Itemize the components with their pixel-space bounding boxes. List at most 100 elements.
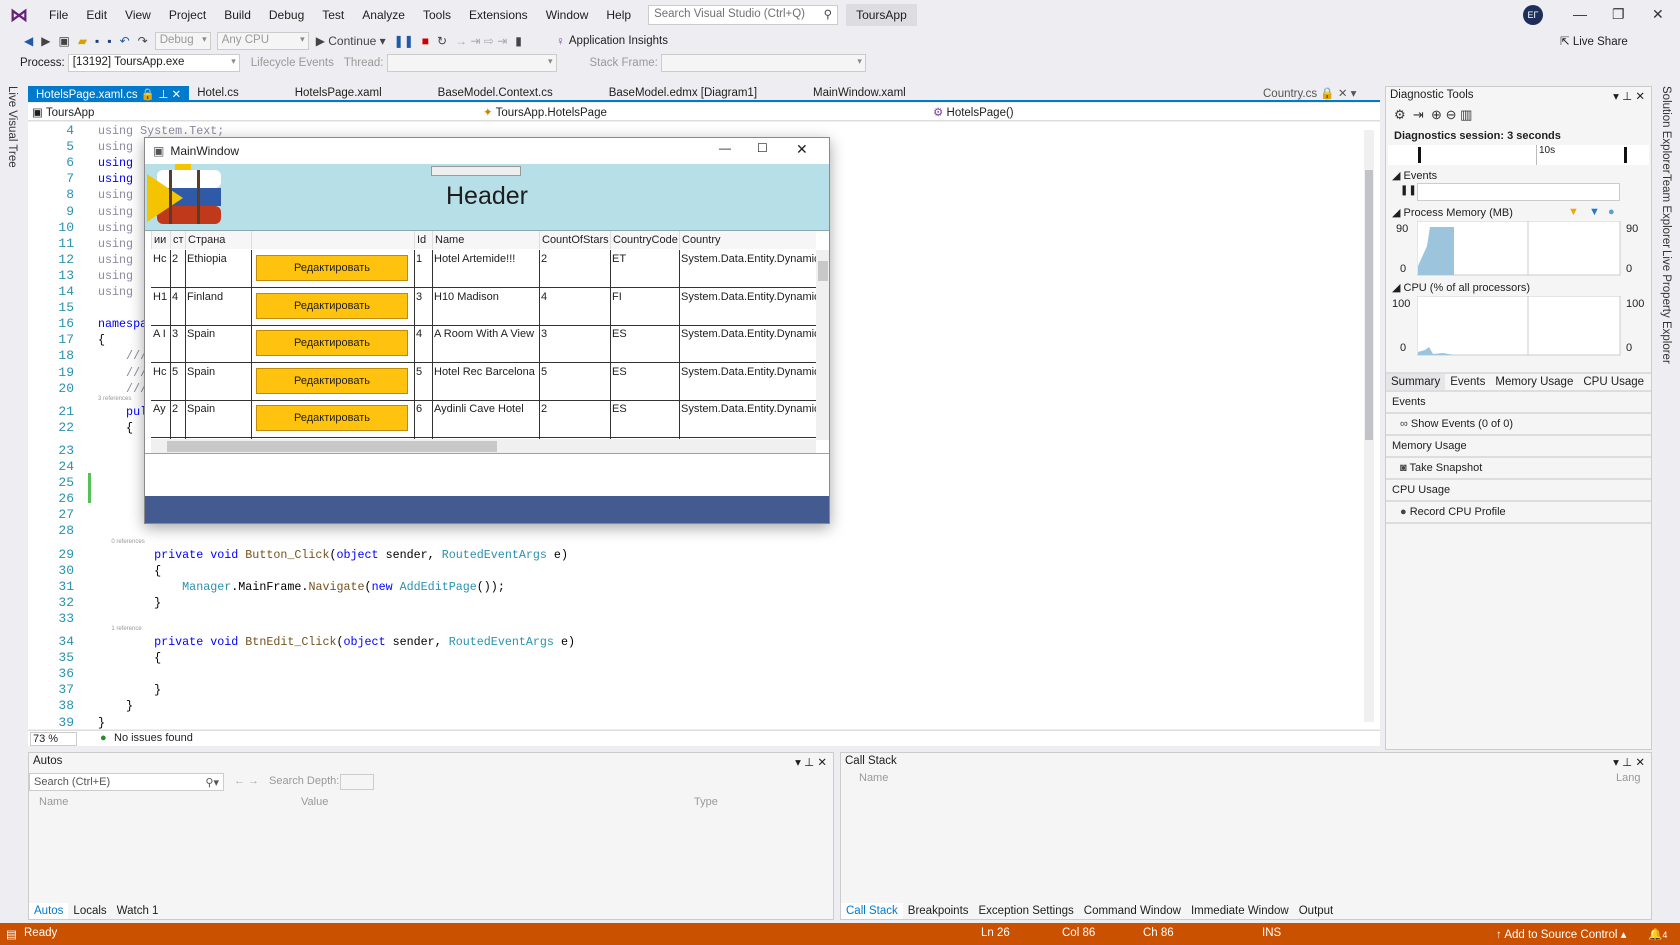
codelens-hint[interactable]: 0 references <box>98 539 144 545</box>
code-line[interactable]: using <box>98 269 133 283</box>
tab-hotel-cs[interactable]: Hotel.cs <box>189 86 247 100</box>
code-line[interactable]: /// <box>98 382 147 396</box>
search-depth-select[interactable] <box>340 774 374 790</box>
diag-tab-cpu-usage[interactable]: CPU Usage <box>1578 374 1649 390</box>
pause-icon[interactable]: ❚❚ <box>394 34 414 48</box>
column-header[interactable]: Страна <box>185 231 251 249</box>
platform-select[interactable]: Any CPU <box>216 32 309 50</box>
menu-window[interactable]: Window <box>537 8 598 22</box>
menu-test[interactable]: Test <box>313 8 353 22</box>
live-property-explorer-tab[interactable]: Live Property Explorer <box>1660 250 1672 364</box>
edit-button[interactable]: Редактировать <box>256 330 408 356</box>
autos-search-input[interactable]: Search (Ctrl+E) ⚲▾ <box>29 773 224 791</box>
pause-icon[interactable]: ❚❚ <box>1400 185 1417 196</box>
code-line[interactable]: } <box>98 596 161 610</box>
code-line[interactable]: namespa <box>98 317 147 331</box>
code-line[interactable]: { <box>98 421 133 435</box>
tab-output[interactable]: Output <box>1294 903 1339 919</box>
code-line[interactable]: using <box>98 221 133 235</box>
thread-select[interactable] <box>386 54 557 72</box>
menu-debug[interactable]: Debug <box>260 8 313 22</box>
status-char[interactable]: Ch 86 <box>1143 927 1174 939</box>
zoom-in-icon[interactable]: ⊕ <box>1431 107 1442 122</box>
status-column[interactable]: Col 86 <box>1062 927 1095 939</box>
redo-icon[interactable]: ↷ <box>138 34 148 48</box>
process-select[interactable]: [13192] ToursApp.exe <box>67 54 240 72</box>
code-line[interactable]: using <box>98 253 133 267</box>
tab-country-cs[interactable]: Country.cs 🔒 ✕ ▾ <box>1263 86 1356 100</box>
tab-mainwindow-xaml[interactable]: MainWindow.xaml <box>805 86 914 100</box>
search-nav-arrows[interactable]: ← → <box>234 775 259 787</box>
grid-hscroll-thumb[interactable] <box>167 441 497 452</box>
panel-controls-icons[interactable]: ▾ ⊥ ✕ <box>1613 89 1645 103</box>
column-header[interactable]: ии <box>151 231 170 249</box>
column-header[interactable]: Name <box>432 231 539 249</box>
menu-file[interactable]: File <box>40 8 77 22</box>
status-line[interactable]: Ln 26 <box>981 927 1010 939</box>
tab-immediate-window[interactable]: Immediate Window <box>1186 903 1294 919</box>
edit-button[interactable]: Редактировать <box>256 255 408 281</box>
new-item-icon[interactable]: ▣ <box>58 34 69 48</box>
tab-exception-settings[interactable]: Exception Settings <box>974 903 1079 919</box>
live-share-button[interactable]: ⇱ Live Share <box>1560 34 1628 48</box>
column-language[interactable]: Lang <box>1616 772 1640 784</box>
tab-autos[interactable]: Autos <box>29 903 69 919</box>
stack-frame-select[interactable] <box>660 54 866 72</box>
chart-icon[interactable]: ▥ <box>1460 107 1472 122</box>
bookmark-icon[interactable]: ▮ <box>515 34 522 48</box>
team-explorer-tab[interactable]: Team Explorer <box>1660 174 1672 248</box>
code-line[interactable]: /// <box>98 366 147 380</box>
diag-tab-memory-usage[interactable]: Memory Usage <box>1490 374 1578 390</box>
column-header[interactable]: ст <box>170 231 185 249</box>
menu-build[interactable]: Build <box>215 8 260 22</box>
tab-locals[interactable]: Locals <box>68 903 111 919</box>
diag-tab-summary[interactable]: Summary <box>1386 374 1446 390</box>
timeline-end-handle[interactable] <box>1624 147 1627 163</box>
settings-gear-icon[interactable]: ⚙ <box>1394 107 1406 122</box>
lifecycle-events-button[interactable]: Lifecycle Events <box>251 57 334 69</box>
column-type[interactable]: Type <box>694 796 718 808</box>
restart-icon[interactable]: ↻ <box>437 34 447 48</box>
save-icon[interactable]: ▪ <box>95 34 99 48</box>
timeline-ruler[interactable]: 10s <box>1388 145 1649 165</box>
frame-handle[interactable] <box>431 166 521 176</box>
stop-icon[interactable]: ■ <box>422 34 429 48</box>
code-line[interactable]: { <box>98 564 161 578</box>
code-line[interactable]: using <box>98 285 133 299</box>
solution-explorer-tab[interactable]: Solution Explorer <box>1660 86 1672 174</box>
application-insights-button[interactable]: Application Insights <box>569 35 668 47</box>
configuration-select[interactable]: Debug <box>154 32 211 50</box>
codelens-hint[interactable]: 1 reference <box>98 626 141 632</box>
column-name[interactable]: Name <box>39 796 68 808</box>
menu-view[interactable]: View <box>116 8 160 22</box>
project-dropdown[interactable]: ▣ ToursApp <box>32 105 472 119</box>
export-icon[interactable]: ⇥ <box>1413 107 1424 122</box>
column-header[interactable] <box>251 231 414 249</box>
notifications-icon[interactable]: 🔔4 <box>1648 927 1667 941</box>
add-to-source-control-button[interactable]: ↑ Add to Source Control ▴ <box>1496 927 1626 941</box>
step-icons[interactable]: → ⇥ ⇨ ⇥ <box>455 34 507 48</box>
grid-vscroll-thumb[interactable] <box>818 261 828 281</box>
open-icon[interactable]: ▰ <box>78 34 87 48</box>
code-line[interactable]: pul <box>98 405 147 419</box>
minimize-icon[interactable]: — <box>1573 6 1587 22</box>
code-line[interactable]: using <box>98 156 133 170</box>
code-line[interactable]: } <box>98 699 133 713</box>
code-line[interactable]: using <box>98 172 133 186</box>
code-line[interactable]: { <box>98 651 161 665</box>
column-header[interactable]: CountryCode <box>610 231 679 249</box>
section-action[interactable]: ● Record CPU Profile <box>1386 502 1651 524</box>
save-all-icon[interactable]: ▪ <box>107 34 111 48</box>
timeline-start-handle[interactable] <box>1418 147 1421 163</box>
code-line[interactable]: private void BtnEdit_Click(object sender… <box>98 635 575 649</box>
code-line[interactable]: using <box>98 237 133 251</box>
menu-extensions[interactable]: Extensions <box>460 8 537 22</box>
call-stack-panel-controls[interactable]: ▾ ⊥ ✕ <box>1613 755 1645 769</box>
edit-button[interactable]: Редактировать <box>256 292 408 319</box>
back-icon[interactable]: ◀ <box>24 34 33 48</box>
code-line[interactable]: } <box>98 716 105 730</box>
column-header[interactable]: CountOfStars <box>539 231 610 249</box>
menu-edit[interactable]: Edit <box>77 8 116 22</box>
section-action[interactable]: ◙ Take Snapshot <box>1386 458 1651 480</box>
edit-button[interactable]: Редактировать <box>256 367 408 394</box>
